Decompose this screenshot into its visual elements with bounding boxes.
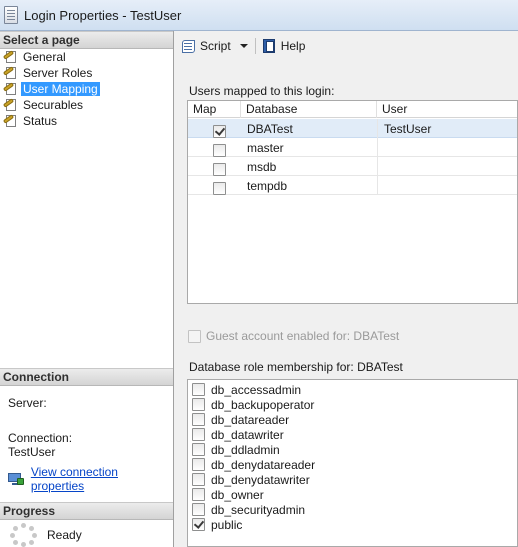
grid-header: Map Database User bbox=[188, 101, 517, 118]
role-item-db-ddladmin[interactable]: db_ddladmin bbox=[192, 442, 280, 457]
column-header-database[interactable]: Database bbox=[241, 101, 377, 118]
role-item-db-accessadmin[interactable]: db_accessadmin bbox=[192, 382, 301, 397]
page-item-label: General bbox=[23, 50, 66, 64]
role-checkbox[interactable] bbox=[192, 473, 205, 486]
database-cell: master bbox=[247, 141, 284, 155]
page-item-securables[interactable]: Securables bbox=[2, 97, 171, 113]
toolbar-separator bbox=[254, 38, 256, 54]
user-cell[interactable] bbox=[377, 138, 517, 157]
role-name: db_securityadmin bbox=[211, 502, 306, 517]
role-item-db-denydatawriter[interactable]: db_denydatawriter bbox=[192, 472, 310, 487]
connection-info: Connection: TestUser bbox=[8, 431, 72, 459]
window-title: Login Properties - TestUser bbox=[24, 7, 182, 23]
user-cell[interactable] bbox=[377, 157, 517, 176]
role-name: db_datawriter bbox=[211, 427, 284, 442]
view-connection-properties-link[interactable]: View connection properties bbox=[8, 465, 173, 493]
role-item-db-denydatareader[interactable]: db_denydatareader bbox=[192, 457, 315, 472]
role-name: db_ddladmin bbox=[211, 442, 280, 457]
connection-value: TestUser bbox=[8, 445, 56, 459]
right-pane: Script Help Users mapped to this login: … bbox=[175, 31, 518, 547]
toolbar: Script Help bbox=[175, 31, 518, 61]
role-name: db_denydatawriter bbox=[211, 472, 310, 487]
properties-page-icon bbox=[2, 98, 19, 112]
guest-account-checkbox bbox=[188, 329, 201, 343]
select-page-header: Select a page bbox=[0, 31, 173, 49]
role-name: db_owner bbox=[211, 487, 264, 502]
role-checkbox[interactable] bbox=[192, 488, 205, 501]
script-label: Script bbox=[200, 39, 231, 53]
table-row[interactable]: master bbox=[188, 138, 517, 157]
role-membership-list[interactable]: db_accessadmin db_backupoperator db_data… bbox=[187, 379, 518, 547]
database-cell: msdb bbox=[247, 160, 277, 174]
role-item-db-datawriter[interactable]: db_datawriter bbox=[192, 427, 284, 442]
script-button[interactable]: Script bbox=[181, 38, 248, 54]
script-icon bbox=[181, 38, 197, 54]
title-bar: Login Properties - TestUser bbox=[0, 0, 518, 31]
page-item-user-mapping[interactable]: User Mapping bbox=[2, 81, 171, 97]
role-item-db-owner[interactable]: db_owner bbox=[192, 487, 264, 502]
connection-properties-icon bbox=[8, 472, 24, 486]
role-name: db_datareader bbox=[211, 412, 290, 427]
page-item-label: Status bbox=[23, 114, 58, 128]
map-checkbox[interactable] bbox=[207, 179, 226, 198]
connection-header: Connection bbox=[0, 368, 173, 386]
role-checkbox[interactable] bbox=[192, 383, 205, 396]
table-row[interactable]: msdb bbox=[188, 157, 517, 176]
page-item-label: User Mapping bbox=[21, 82, 100, 96]
server-label: Server: bbox=[8, 396, 47, 410]
view-connection-properties-text[interactable]: View connection properties bbox=[31, 465, 173, 493]
connection-label: Connection: bbox=[8, 431, 73, 445]
properties-page-icon bbox=[2, 66, 19, 80]
progress-header: Progress bbox=[0, 502, 173, 520]
role-checkbox[interactable] bbox=[192, 518, 205, 531]
help-book-icon bbox=[262, 38, 278, 54]
role-checkbox[interactable] bbox=[192, 503, 205, 516]
database-cell: DBATest bbox=[247, 122, 293, 136]
page-item-label: Server Roles bbox=[23, 66, 93, 80]
properties-page-icon bbox=[2, 114, 19, 128]
page-item-server-roles[interactable]: Server Roles bbox=[2, 65, 171, 81]
role-name: db_accessadmin bbox=[211, 382, 302, 397]
properties-page-icon bbox=[2, 82, 19, 96]
users-mapped-grid[interactable]: Map Database User DBATest TestUser maste… bbox=[187, 100, 518, 304]
page-list: General Server Roles User Mapping Secura… bbox=[2, 49, 171, 129]
dropdown-arrow-icon[interactable] bbox=[239, 44, 248, 48]
role-item-db-datareader[interactable]: db_datareader bbox=[192, 412, 289, 427]
role-checkbox[interactable] bbox=[192, 428, 205, 441]
progress-status-text: Ready bbox=[47, 528, 82, 542]
table-row[interactable]: DBATest TestUser bbox=[188, 119, 517, 138]
role-item-public[interactable]: public bbox=[192, 517, 242, 532]
role-checkbox[interactable] bbox=[192, 443, 205, 456]
progress-spinner-icon bbox=[8, 523, 40, 547]
role-name: db_denydatareader bbox=[211, 457, 316, 472]
column-header-map[interactable]: Map bbox=[188, 101, 241, 118]
page-item-status[interactable]: Status bbox=[2, 113, 171, 129]
properties-page-icon bbox=[2, 50, 19, 64]
page-item-general[interactable]: General bbox=[2, 49, 171, 65]
guest-account-option: Guest account enabled for: DBATest bbox=[188, 329, 399, 343]
role-checkbox[interactable] bbox=[192, 398, 205, 411]
page-item-label: Securables bbox=[23, 98, 84, 112]
role-checkbox[interactable] bbox=[192, 413, 205, 426]
user-cell[interactable] bbox=[377, 176, 517, 195]
users-mapped-label: Users mapped to this login: bbox=[189, 84, 335, 98]
user-cell[interactable]: TestUser bbox=[377, 119, 517, 138]
progress-status: Ready bbox=[8, 523, 82, 547]
role-checkbox[interactable] bbox=[192, 458, 205, 471]
help-label: Help bbox=[280, 39, 306, 53]
role-name: public bbox=[211, 517, 243, 532]
help-button[interactable]: Help bbox=[262, 38, 306, 54]
database-cell: tempdb bbox=[247, 179, 288, 193]
role-membership-label: Database role membership for: DBATest bbox=[189, 360, 403, 374]
column-header-user[interactable]: User bbox=[377, 101, 517, 118]
role-name: db_backupoperator bbox=[211, 397, 315, 412]
left-pane: Select a page General Server Roles User … bbox=[0, 31, 174, 547]
guest-account-label: Guest account enabled for: DBATest bbox=[206, 329, 400, 343]
table-row[interactable]: tempdb bbox=[188, 176, 517, 195]
role-item-db-securityadmin[interactable]: db_securityadmin bbox=[192, 502, 305, 517]
document-icon bbox=[4, 6, 18, 24]
role-item-db-backupoperator[interactable]: db_backupoperator bbox=[192, 397, 314, 412]
